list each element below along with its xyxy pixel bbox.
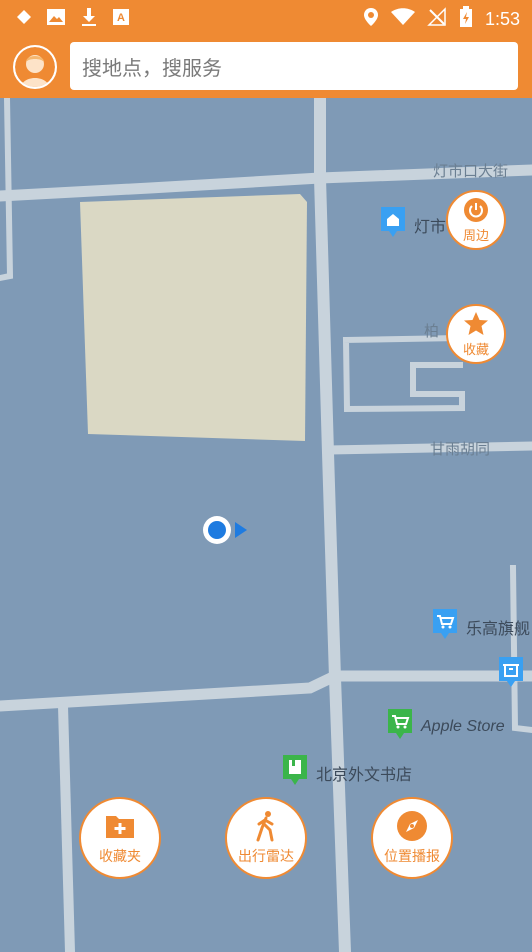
road-label: 柏 [424, 322, 440, 340]
current-location-marker [203, 516, 231, 544]
nearby-button[interactable]: 周边 [446, 190, 506, 250]
search-bar[interactable]: 搜地点，搜服务 [70, 42, 518, 90]
favorite-label: 收藏 [462, 342, 489, 358]
battery-charging-icon [459, 6, 473, 32]
download-icon [80, 7, 98, 31]
direction-arrow-icon [235, 522, 247, 542]
location-icon [363, 7, 379, 31]
power-icon [464, 197, 488, 222]
shop-icon [496, 656, 526, 694]
poi-foreign-language-bookstore[interactable]: 北京外文书店 [280, 754, 412, 792]
no-signal-icon [427, 7, 447, 31]
svg-text:A: A [117, 12, 125, 24]
favorite-button[interactable]: 收藏 [446, 304, 506, 364]
compass-icon [397, 811, 427, 841]
map-block [80, 194, 307, 441]
cart-icon [385, 708, 415, 746]
top-bar: A 1:53 搜地点，搜服务 [0, 0, 532, 98]
nearby-label: 周边 [462, 228, 489, 244]
road-label: 灯市口大街 [433, 162, 509, 180]
road-label: 甘雨胡同 [430, 440, 491, 458]
travel-radar-label: 出行雷达 [238, 849, 294, 865]
poi-dengshi[interactable]: 灯市 [378, 206, 446, 244]
folder-plus-icon [106, 816, 134, 838]
star-icon [464, 311, 488, 335]
keyboard-a-icon: A [112, 8, 130, 30]
diamond-icon [16, 9, 32, 29]
map-view[interactable]: 灯市口大街 柏 甘雨胡同 灯市 乐高旗舰 Apple Store 北京外文书店 [0, 98, 532, 952]
building-icon [378, 206, 408, 244]
search-placeholder: 搜地点，搜服务 [82, 55, 222, 80]
poi-apple-store[interactable]: Apple Store [385, 708, 505, 746]
wifi-icon [390, 8, 415, 30]
image-icon [46, 8, 66, 30]
favorites-folder-label: 收藏夹 [99, 849, 141, 865]
poi-lego-store[interactable]: 乐高旗舰 [430, 608, 530, 646]
location-broadcast-button[interactable]: 位置播报 [371, 797, 453, 879]
avatar[interactable] [13, 45, 57, 89]
favorites-folder-button[interactable]: 收藏夹 [79, 797, 161, 879]
cart-icon [430, 608, 460, 646]
status-bar: A 1:53 [0, 0, 532, 36]
location-broadcast-label: 位置播报 [384, 849, 440, 865]
clock: 1:53 [484, 8, 520, 29]
walk-icon [256, 811, 274, 842]
travel-radar-button[interactable]: 出行雷达 [225, 797, 307, 879]
book-icon [280, 754, 310, 792]
poi-shop[interactable] [496, 656, 532, 694]
